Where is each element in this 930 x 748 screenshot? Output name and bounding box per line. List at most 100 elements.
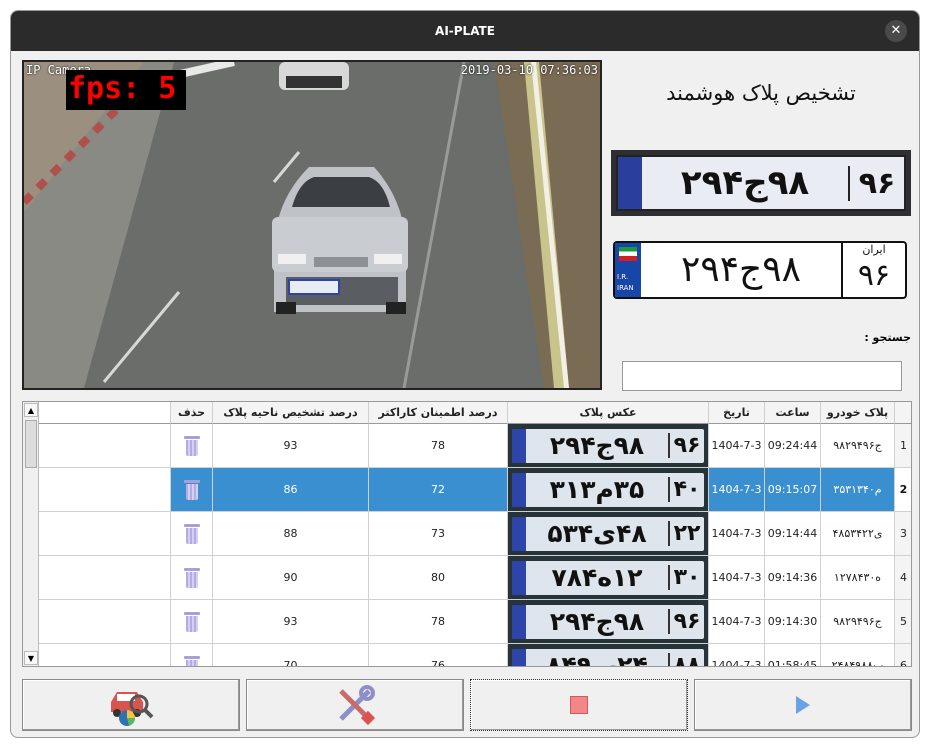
plate-thumbnail: ۳۵م۳۱۳ ۴۰ (508, 468, 708, 511)
delete-cell[interactable] (171, 644, 213, 666)
delete-cell[interactable] (171, 600, 213, 644)
time-cell: 09:24:44 (765, 424, 821, 468)
table-row[interactable]: 70 76 ۲۴ب۸۴۹ ۸۸ 1404-7-3 01:58:45 ۲۴ب۸۴۹۸۸ 6 (39, 644, 911, 666)
trash-icon[interactable] (183, 523, 200, 544)
plate-thumbnail-region: ۸۸ (668, 653, 704, 666)
date-cell: 1404-7-3 (709, 512, 765, 556)
delete-cell[interactable] (171, 424, 213, 468)
report-button[interactable] (22, 679, 240, 731)
time-cell: 09:14:30 (765, 600, 821, 644)
search-input[interactable] (622, 361, 902, 391)
date-cell: 1404-7-3 (709, 424, 765, 468)
close-button[interactable]: ✕ (885, 20, 907, 42)
trash-icon[interactable] (183, 435, 200, 456)
header-char-confidence[interactable]: درصد اطمینان کاراکتر (369, 402, 508, 424)
app-window: AI-PLATE ✕ IP Camera 2019-03-10 07:36:03… (10, 10, 920, 738)
row-index[interactable]: 5 (895, 600, 911, 644)
row-spacer (39, 424, 171, 468)
scroll-up-icon[interactable]: ▲ (24, 403, 38, 417)
plate-image-cell: ۳۵م۳۱۳ ۴۰ (508, 468, 709, 512)
plate-cell: ۴۸ی۵۳۴۲۲ (821, 512, 895, 556)
camera-feed: IP Camera 2019-03-10 07:36:03 fps: 5 (22, 60, 602, 390)
region-confidence-cell: 88 (213, 512, 369, 556)
header-time[interactable]: ساعت (765, 402, 821, 424)
title-bar: AI-PLATE ✕ (11, 11, 919, 51)
plate-thumbnail-region: ۹۶ (668, 433, 704, 458)
plate-image-cell: ۲۴ب۸۴۹ ۸۸ (508, 644, 709, 666)
time-cell: 01:58:45 (765, 644, 821, 666)
date-cell: 1404-7-3 (709, 600, 765, 644)
plate-cell: ۹۸ج۲۹۴۹۶ (821, 424, 895, 468)
plate-thumbnail: ۲۴ب۸۴۹ ۸۸ (508, 644, 708, 666)
trash-icon[interactable] (183, 611, 200, 632)
scroll-down-icon[interactable]: ▼ (24, 651, 38, 665)
header-region-confidence[interactable]: درصد تشخیص ناحیه پلاک (213, 402, 369, 424)
header-empty (39, 402, 171, 424)
delete-cell[interactable] (171, 468, 213, 512)
row-index[interactable]: 6 (895, 644, 911, 666)
date-cell: 1404-7-3 (709, 644, 765, 666)
plate-cell: ۳۵م۳۱۳۴۰ (821, 468, 895, 512)
table-scrollbar[interactable]: ▲ ▼ (23, 402, 39, 666)
char-confidence-cell: 72 (369, 468, 508, 512)
settings-button[interactable] (246, 679, 464, 731)
row-index[interactable]: 2 (895, 468, 911, 512)
char-confidence-cell: 80 (369, 556, 508, 600)
char-confidence-cell: 78 (369, 424, 508, 468)
app-title: تشخیص پلاک هوشمند (666, 81, 856, 105)
plate-crop-image: ۹۸ج۲۹۴ ۹۶ (616, 155, 906, 211)
table-header: حذف درصد تشخیص ناحیه پلاک درصد اطمینان ک… (39, 402, 911, 424)
plate-thumbnail-number: ۱۲ه۷۸۴ (551, 563, 643, 592)
window-title: AI-PLATE (435, 24, 495, 38)
row-index[interactable]: 3 (895, 512, 911, 556)
tools-icon (339, 685, 376, 726)
table-row[interactable]: 90 80 ۱۲ه۷۸۴ ۳۰ 1404-7-3 09:14:36 ۱۲ه۷۸۴۳۰ 4 (39, 556, 911, 600)
table-row[interactable]: 93 78 ۹۸ج۲۹۴ ۹۶ 1404-7-3 09:24:44 ۹۸ج۲۹۴۹۶ 1 (39, 424, 911, 468)
recognized-plate-region-box: ایران ۹۶ (841, 243, 905, 297)
bottom-toolbar (22, 679, 912, 731)
play-button[interactable] (694, 679, 912, 731)
camera-timestamp: 2019-03-10 07:36:03 (460, 63, 598, 77)
plate-cell: ۲۴ب۸۴۹۸۸ (821, 644, 895, 666)
plate-flag-strip (512, 516, 526, 551)
date-cell: 1404-7-3 (709, 468, 765, 512)
plate-image-cell: ۴۸ی۵۳۴ ۲۲ (508, 512, 709, 556)
plate-ir-label: I.R. (617, 273, 629, 281)
date-cell: 1404-7-3 (709, 556, 765, 600)
header-plate[interactable]: پلاک خودرو (821, 402, 895, 424)
row-index[interactable]: 1 (895, 424, 911, 468)
plate-crop-region: ۹۶ (848, 165, 904, 201)
plate-cell: ۱۲ه۷۸۴۳۰ (821, 556, 895, 600)
table-row[interactable]: 86 72 ۳۵م۳۱۳ ۴۰ 1404-7-3 09:15:07 ۳۵م۳۱۳۴۰ 2 (39, 468, 911, 512)
plate-thumbnail-region: ۹۶ (668, 609, 704, 634)
char-confidence-cell: 73 (369, 512, 508, 556)
trash-icon[interactable] (183, 655, 200, 666)
row-index[interactable]: 4 (895, 556, 911, 600)
row-spacer (39, 644, 171, 666)
plate-flag-strip (512, 428, 526, 463)
trash-icon[interactable] (183, 567, 200, 588)
header-delete[interactable]: حذف (171, 402, 213, 424)
car-main (272, 167, 408, 314)
region-confidence-cell: 93 (213, 600, 369, 644)
plate-thumbnail: ۱۲ه۷۸۴ ۳۰ (508, 556, 708, 599)
header-date[interactable]: تاریخ (709, 402, 765, 424)
stop-icon (570, 696, 588, 714)
recognized-plate-number: ۹۸ج۲۹۴ (681, 249, 801, 290)
trash-icon[interactable] (183, 479, 200, 500)
scroll-thumb[interactable] (25, 420, 37, 468)
region-confidence-cell: 90 (213, 556, 369, 600)
table-row[interactable]: 88 73 ۴۸ی۵۳۴ ۲۲ 1404-7-3 09:14:44 ۴۸ی۵۳۴۲۲ 3 (39, 512, 911, 556)
recognized-plate: I.R. IRAN ۹۸ج۲۹۴ ایران ۹۶ (613, 241, 907, 299)
plate-flag-strip (512, 648, 526, 666)
char-confidence-cell: 76 (369, 644, 508, 666)
table-row[interactable]: 93 78 ۹۸ج۲۹۴ ۹۶ 1404-7-3 09:14:30 ۹۸ج۲۹۴۹۶ 5 (39, 600, 911, 644)
stop-button[interactable] (470, 679, 688, 731)
header-plate-image[interactable]: عکس پلاک (508, 402, 709, 424)
recognized-plate-region: ۹۶ (857, 258, 891, 293)
car-far (279, 62, 349, 90)
delete-cell[interactable] (171, 556, 213, 600)
plate-flag-strip (512, 604, 526, 639)
delete-cell[interactable] (171, 512, 213, 556)
plate-thumbnail: ۴۸ی۵۳۴ ۲۲ (508, 512, 708, 555)
